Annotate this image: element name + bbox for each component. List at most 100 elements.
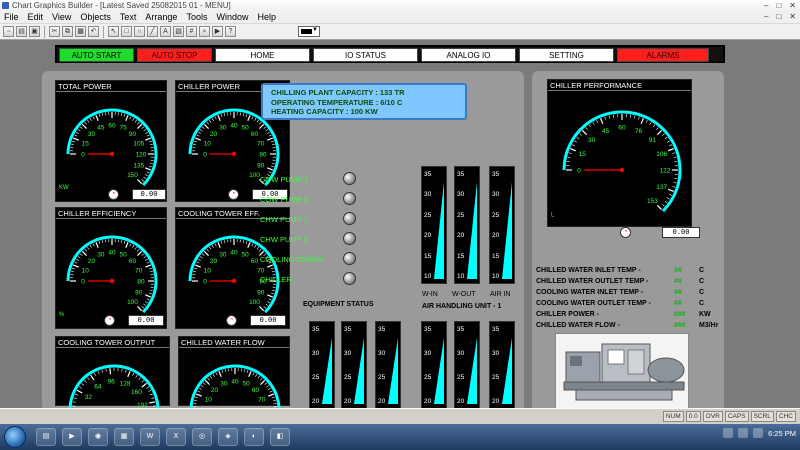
- pointer-icon[interactable]: ↖: [108, 26, 119, 37]
- gauge-major-tick: [109, 368, 112, 375]
- io-status-button[interactable]: IO STATUS: [313, 48, 418, 62]
- app-icon[interactable]: ◎: [192, 428, 212, 446]
- gauge-major-tick: [267, 294, 274, 298]
- gauge-hub: [231, 278, 237, 284]
- undo-icon[interactable]: ↶: [88, 26, 99, 37]
- gauge-tick-label: 40: [108, 250, 116, 257]
- gauge-tick-label: 76: [635, 128, 643, 135]
- start-button[interactable]: [4, 426, 26, 448]
- menu-objects[interactable]: Objects: [80, 12, 111, 22]
- volume-icon[interactable]: [753, 428, 764, 438]
- gauge-tick-label: 60: [252, 387, 260, 394]
- menu-tools[interactable]: Tools: [186, 12, 207, 22]
- gauge-minor-tick: [652, 124, 656, 128]
- cooling-tower-eff-readout: 0.00: [250, 315, 286, 326]
- grid-icon[interactable]: #: [186, 26, 197, 37]
- clock[interactable]: 6:25 PM: [768, 429, 796, 438]
- gauge-major-tick: [137, 179, 143, 185]
- bar-scale-label: 35: [457, 171, 465, 178]
- excel-icon[interactable]: X: [166, 428, 186, 446]
- explorer-icon[interactable]: ▤: [36, 428, 56, 446]
- line-tool-icon[interactable]: ╱: [147, 26, 158, 37]
- alarms-button[interactable]: ALARMS: [617, 48, 709, 62]
- image-tool-icon[interactable]: ▧: [173, 26, 184, 37]
- meter-icon[interactable]: ◔: [104, 315, 115, 326]
- meter-icon[interactable]: ◔: [228, 189, 239, 200]
- equipment-label-cow-pump-2: COW PUMP 2: [260, 195, 309, 204]
- gauge-minor-tick: [224, 369, 227, 373]
- rectangle-tool-icon[interactable]: □: [121, 26, 132, 37]
- gauge-major-tick: [145, 167, 152, 171]
- gauge-minor-tick: [101, 113, 104, 117]
- run-icon[interactable]: ▶: [212, 26, 223, 37]
- app-icon[interactable]: ◈: [218, 428, 238, 446]
- setting-button[interactable]: SETTING: [519, 48, 614, 62]
- minimize-button[interactable]: –: [764, 0, 768, 11]
- bottom-bar: 35 30 25 20: [309, 321, 335, 409]
- gauge-minor-tick: [92, 243, 95, 247]
- gauge-major-tick: [259, 123, 265, 129]
- gauge-tick-label: 10: [82, 267, 90, 274]
- menu-window[interactable]: Window: [216, 12, 248, 22]
- browser-icon[interactable]: ◉: [88, 428, 108, 446]
- mdi-close-button[interactable]: ✕: [789, 12, 796, 21]
- flag-icon[interactable]: [723, 428, 734, 438]
- new-file-icon[interactable]: ▫: [3, 26, 14, 37]
- gauge-tick-label: 10: [204, 267, 212, 274]
- bar-scale-label: 20: [492, 232, 500, 240]
- gauge-tick-label: 60: [251, 258, 259, 265]
- gauge-minor-tick: [264, 382, 268, 385]
- copy-icon[interactable]: ⧉: [62, 26, 73, 37]
- help-icon[interactable]: ?: [225, 26, 236, 37]
- auto-stop-button[interactable]: AUTO STOP: [137, 48, 212, 62]
- mdi-minimize-button[interactable]: –: [764, 12, 768, 21]
- open-folder-icon[interactable]: ▤: [16, 26, 27, 37]
- word-icon[interactable]: W: [140, 428, 160, 446]
- gauge-minor-tick: [209, 119, 212, 123]
- menu-text[interactable]: Text: [120, 12, 137, 22]
- menu-arrange[interactable]: Arrange: [145, 12, 177, 22]
- gauge-minor-tick: [672, 152, 676, 154]
- home-button[interactable]: HOME: [215, 48, 310, 62]
- gauge-tick-label: 122: [660, 168, 671, 175]
- meter-icon[interactable]: ◔: [620, 227, 631, 238]
- mdi-restore-button[interactable]: □: [776, 12, 781, 21]
- menu-view[interactable]: View: [52, 12, 71, 22]
- gauge-minor-tick: [246, 369, 249, 374]
- gauge-minor-tick: [268, 171, 272, 174]
- menu-help[interactable]: Help: [257, 12, 276, 22]
- gauge-minor-tick: [134, 119, 137, 123]
- gauge-major-tick: [195, 393, 202, 397]
- analog-io-button[interactable]: ANALOG IO: [421, 48, 516, 62]
- network-icon[interactable]: [738, 428, 749, 438]
- bottom-bar: 35 30 25 20: [421, 321, 447, 409]
- color-picker[interactable]: ▼: [298, 26, 320, 37]
- auto-start-button[interactable]: AUTO START: [59, 48, 134, 62]
- graphics-builder-icon[interactable]: ◧: [270, 428, 290, 446]
- gauge-dial: 0 1530 45 60 76 91 106 122 137 153 L: [551, 110, 682, 218]
- meter-icon[interactable]: ◔: [108, 189, 119, 200]
- media-player-icon[interactable]: ▶: [62, 428, 82, 446]
- folder-icon[interactable]: ▦: [114, 428, 134, 446]
- gauge-minor-tick: [571, 144, 575, 147]
- ellipse-tool-icon[interactable]: ○: [134, 26, 145, 37]
- gauge-cooling-tower-eff: COOLING TOWER EFF. 0 10 20 30 40 50 60 70 80 90 10…: [175, 207, 290, 329]
- zoom-icon[interactable]: ⌕: [199, 26, 210, 37]
- gauge-minor-tick: [71, 140, 76, 143]
- gauge-minor-tick: [143, 176, 147, 179]
- app-icon[interactable]: ◐: [244, 428, 264, 446]
- gauge-major-tick: [667, 188, 674, 192]
- menu-file[interactable]: File: [4, 12, 19, 22]
- close-button[interactable]: ✕: [789, 0, 796, 11]
- maximize-button[interactable]: □: [776, 0, 781, 11]
- window-controls: – □ ✕: [764, 0, 796, 11]
- gauge-minor-tick: [667, 197, 670, 200]
- meter-icon[interactable]: ◔: [226, 315, 237, 326]
- save-icon[interactable]: ▣: [29, 26, 40, 37]
- text-tool-icon[interactable]: A: [160, 26, 171, 37]
- status-label: COOLING WATER INLET TEMP -: [536, 289, 644, 296]
- paste-icon[interactable]: ▦: [75, 26, 86, 37]
- bar-scale-label: 20: [378, 398, 386, 405]
- menu-edit[interactable]: Edit: [28, 12, 44, 22]
- cut-icon[interactable]: ✂: [49, 26, 60, 37]
